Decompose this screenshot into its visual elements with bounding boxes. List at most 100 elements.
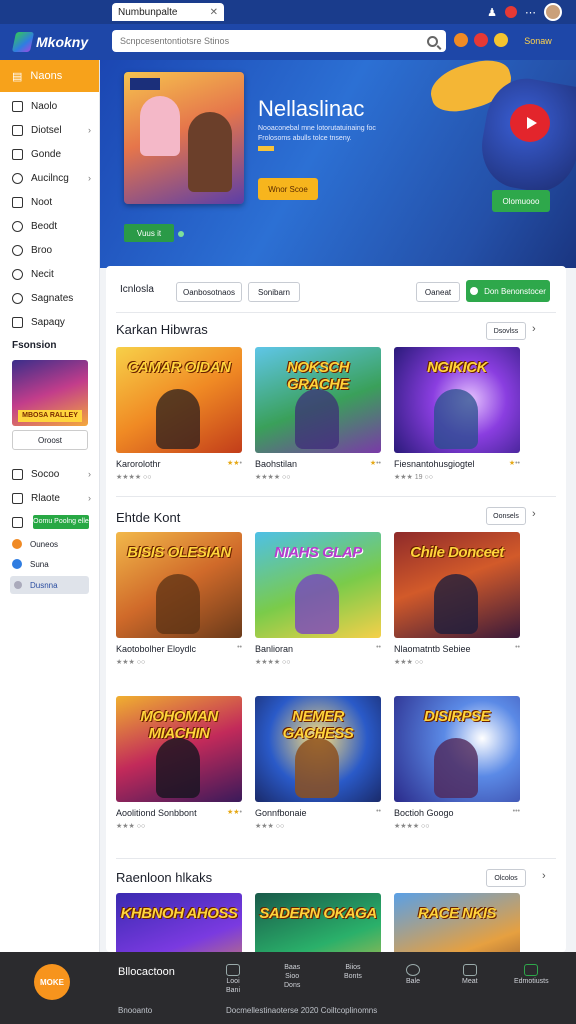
site-logo[interactable]: Mkokny <box>11 24 89 60</box>
section-title: Ehtde Kont <box>116 510 181 525</box>
link-icon <box>12 244 23 256</box>
sidebar-item[interactable]: Aucilncg › <box>0 166 99 190</box>
game-art-title: CAMAR OIDAN <box>127 359 231 376</box>
footer-column[interactable]: Biios Bonts <box>344 964 362 980</box>
see-all-button[interactable]: Oonsels <box>486 507 526 525</box>
game-card[interactable]: NEMER GACHESS Gonnfbonaie •• ★★★ ○○ <box>255 696 381 830</box>
hero-green-button[interactable]: Olomuooo <box>492 190 550 212</box>
filter-green-button-label: Don Benonstocer <box>484 286 546 296</box>
game-meta: ★★★ ○○ <box>116 659 146 666</box>
sidebar-item-home[interactable]: ▤ Naons <box>0 60 99 92</box>
see-all-button[interactable]: Olcolos <box>486 869 526 887</box>
game-card[interactable]: NIAHS GLAP Banlioran •• ★★★★ ○○ <box>255 532 381 666</box>
sidebar-chip[interactable]: Dusnna <box>10 576 89 594</box>
sidebar-item[interactable]: Rlaote › <box>0 486 99 510</box>
sidebar-item-label: Diotsel <box>31 124 62 136</box>
game-card[interactable]: NOKSCH GRACHE Baohstilan ★•• ★★★★ ○○ <box>255 347 381 481</box>
sidebar-item[interactable]: Sapaqy <box>0 310 99 334</box>
notification-icon[interactable] <box>474 33 488 47</box>
circle-icon <box>470 287 479 295</box>
coin-icon[interactable] <box>454 33 468 47</box>
browser-tab[interactable]: Numbunpalte ✕ <box>112 3 224 21</box>
filter-pill[interactable]: Oaneat <box>416 282 460 302</box>
game-name-row: Baohstilan ★•• <box>255 459 381 469</box>
rating-stars-icon: •• <box>237 644 242 651</box>
divider <box>116 496 556 497</box>
record-icon[interactable] <box>505 6 517 18</box>
sidebar-item[interactable]: Necit <box>0 262 99 286</box>
menu-icon[interactable]: ⋯ <box>525 6 536 19</box>
sidebar-item[interactable]: Diotsel › <box>0 118 99 142</box>
promo-button[interactable]: Oroost <box>12 430 88 450</box>
game-card[interactable]: MOHOMAN MIACHIN Aoolitiond Sonbbont ★★• ★… <box>116 696 242 830</box>
hero-small-button[interactable]: Vuus it <box>124 224 174 242</box>
sidebar-small-item[interactable]: Suna <box>0 554 99 574</box>
footer-logo[interactable]: MOKE <box>34 964 70 1000</box>
header-right-button[interactable]: Sonaw <box>520 32 556 50</box>
game-card[interactable]: CAMAR OIDAN Karorolothr ★★• ★★★★ ○○ <box>116 347 242 481</box>
footer-link: Bale <box>406 978 421 985</box>
search-icon[interactable] <box>427 35 438 47</box>
hero-banner: Nellaslinac Nooaconebal mne lotorutatuin… <box>100 60 576 268</box>
logo-text: Mkokny <box>36 34 89 50</box>
rating-stars-icon: ★•• <box>369 460 381 467</box>
filter-green-button[interactable]: Don Benonstocer <box>466 280 550 302</box>
game-name: Baohstilan <box>255 459 298 469</box>
see-all-button[interactable]: Dsovlss <box>486 322 526 340</box>
game-card[interactable]: RACE NKIS <box>394 893 520 952</box>
game-name: Aoolitiond Sonbbont <box>116 808 197 818</box>
game-meta: ★★★ ○○ <box>116 823 146 830</box>
game-character <box>156 738 200 798</box>
search-input[interactable] <box>120 36 421 46</box>
sidebar-item[interactable]: Gonde <box>0 142 99 166</box>
chip-icon <box>14 581 22 589</box>
hero-game-cover[interactable] <box>124 72 244 204</box>
checkbox-icon[interactable] <box>12 516 23 528</box>
trophy-icon[interactable] <box>494 33 508 47</box>
filter-pill[interactable]: Sonibarn <box>248 282 300 302</box>
green-badge: Oomu Poolng elle <box>33 515 89 529</box>
grid-icon <box>12 468 23 480</box>
extension-icon[interactable]: ♟ <box>487 6 497 19</box>
sidebar-promo-image[interactable]: MBOSA RALLEY <box>12 360 88 426</box>
chevron-right-icon[interactable]: › <box>542 870 546 882</box>
game-character <box>434 738 478 798</box>
footer-column[interactable]: Baas Sioo Dons <box>284 964 300 989</box>
hero-cta-button[interactable]: Wnor Scoe <box>258 178 318 200</box>
footer-column[interactable]: Looi Bani <box>226 964 240 994</box>
play-video-icon[interactable] <box>510 104 550 142</box>
sidebar-item-label: Necit <box>31 268 54 280</box>
footer-column[interactable]: Meat <box>462 964 478 985</box>
game-card[interactable]: DISIRPSE Boctioh Googo ••• ★★★★ ○○ <box>394 696 520 830</box>
sidebar-item[interactable]: Sagnates <box>0 286 99 310</box>
sidebar-item[interactable]: Broo <box>0 238 99 262</box>
game-meta: ★★★ ○○ <box>394 659 424 666</box>
game-card[interactable]: NGIKICK Fiesnantohusgiogtel ★•• ★★★ 19 ○○ <box>394 347 520 481</box>
game-art-title: NEMER GACHESS <box>282 708 354 742</box>
chevron-right-icon: › <box>88 173 91 183</box>
sidebar-item[interactable]: Socoo › <box>0 462 99 486</box>
filter-pill[interactable]: Oanbosotnaos <box>176 282 242 302</box>
game-name: Boctioh Googo <box>394 808 454 818</box>
game-character <box>295 574 339 634</box>
sidebar-small-item[interactable]: Ouneos <box>0 534 99 554</box>
sidebar-item[interactable]: Naolo <box>0 94 99 118</box>
avatar[interactable] <box>544 3 562 21</box>
chevron-right-icon[interactable]: › <box>532 323 536 335</box>
footer-column[interactable]: Bale <box>406 964 420 985</box>
game-card[interactable]: KHBNOH AHOSS <box>116 893 242 952</box>
sidebar-item-label: Beodt <box>31 220 58 232</box>
person-icon <box>12 172 23 184</box>
footer-column[interactable]: Edmotiusts <box>514 964 549 985</box>
tab-close-icon[interactable]: ✕ <box>210 7 218 18</box>
sidebar-item-badge[interactable]: Oomu Poolng elle <box>0 510 99 534</box>
search-bar[interactable] <box>112 30 446 52</box>
chevron-right-icon[interactable]: › <box>532 508 536 520</box>
game-card[interactable]: SADERN OKAGA <box>255 893 381 952</box>
game-card[interactable]: Chile Donceet Nlaomatntb Sebiee •• ★★★ ○○ <box>394 532 520 666</box>
sidebar-item[interactable]: Noot <box>0 190 99 214</box>
sidebar-item[interactable]: Beodt <box>0 214 99 238</box>
game-character <box>156 574 200 634</box>
game-card[interactable]: BISIS OLESIAN Kaotobolher Eloydlc •• ★★★ … <box>116 532 242 666</box>
footer-link: Bonts <box>344 973 362 980</box>
